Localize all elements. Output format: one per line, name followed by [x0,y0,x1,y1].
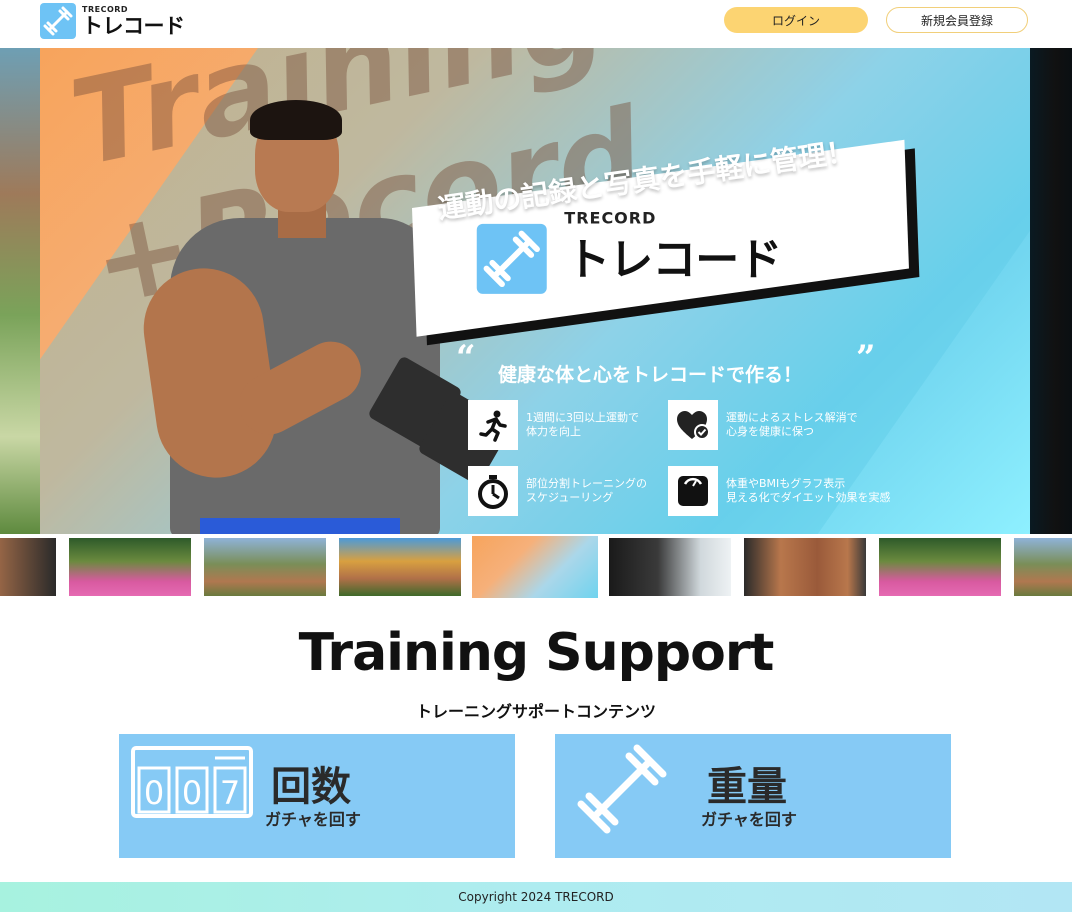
thumbnail[interactable] [204,538,326,596]
thumbnail[interactable] [69,538,191,596]
athlete-photo [130,98,513,534]
thumbnail[interactable] [1014,538,1072,596]
thumbnail-strip [0,536,1072,598]
scale-icon [668,466,718,516]
counter-icon: 0 0 7 [131,746,253,818]
feature-item: 体重やBMIもグラフ表示 見える化でダイエット効果を実感 [668,466,891,516]
running-icon [468,400,518,450]
heart-check-icon [668,400,718,450]
feature-item: 1週間に3回以上運動で 体力を向上 [468,400,639,450]
thumbnail[interactable] [0,538,56,596]
previous-slide-peek[interactable] [0,48,40,534]
section-title: Training Support [298,623,775,683]
logo-title: トレコード [82,13,185,38]
site-header: TRECORD トレコード ログイン 新規会員登録 [0,0,1072,48]
login-button[interactable]: ログイン [724,7,868,33]
feature-item: 部位分割トレーニングの スケジューリング [468,466,647,516]
card-title: 回数 [271,764,351,810]
logo-text: TRECORD トレコード [82,4,185,38]
open-quote-icon: “ [456,338,476,378]
feature-text: 体重やBMIもグラフ表示 見える化でダイエット効果を実感 [726,477,891,504]
thumbnail[interactable] [609,538,731,596]
barbell-icon [567,734,677,844]
rep-count-gacha-card[interactable]: 0 0 7 回数 ガチャを回す [119,734,515,858]
counter-digit: 0 [144,774,164,812]
barbell-logo-icon [40,3,76,39]
thumbnail[interactable] [339,538,461,596]
stopwatch-icon [468,466,518,516]
logo-subtitle: TRECORD [82,4,129,14]
copyright-text: Copyright 2024 TRECORD [458,890,614,904]
feature-text: 部位分割トレーニングの スケジューリング [526,477,647,504]
next-slide-peek[interactable] [1030,48,1072,534]
weight-gacha-card[interactable]: 重量 ガチャを回す [555,734,951,858]
card-subtitle: ガチャを回す [701,810,797,829]
barbell-logo-icon [476,223,547,294]
hero-slide: Training +Record [40,48,1030,534]
hero-slider[interactable]: Training +Record [0,48,1072,534]
section-subtitle: トレーニングサポートコンテンツ [415,702,656,721]
feature-text: 1週間に3回以上運動で 体力を向上 [526,411,639,438]
brand-card-title: トレコード [566,234,782,286]
counter-digit: 7 [220,774,240,812]
feature-text: 運動によるストレス解消で 心身を健康に保つ [726,411,858,438]
feature-item: 運動によるストレス解消で 心身を健康に保つ [668,400,858,450]
card-subtitle: ガチャを回す [265,810,361,829]
thumbnail-active[interactable] [470,536,600,598]
thumbnail[interactable] [879,538,1001,596]
card-title: 重量 [707,764,787,810]
site-footer: Copyright 2024 TRECORD [0,882,1072,912]
hero-tagline: 健康な体と心をトレコードで作る！ [498,364,803,386]
thumbnail[interactable] [744,538,866,596]
counter-digit: 0 [182,774,202,812]
close-quote-icon: ” [856,338,876,378]
register-button[interactable]: 新規会員登録 [886,7,1028,33]
site-logo[interactable]: TRECORD トレコード [40,3,185,39]
